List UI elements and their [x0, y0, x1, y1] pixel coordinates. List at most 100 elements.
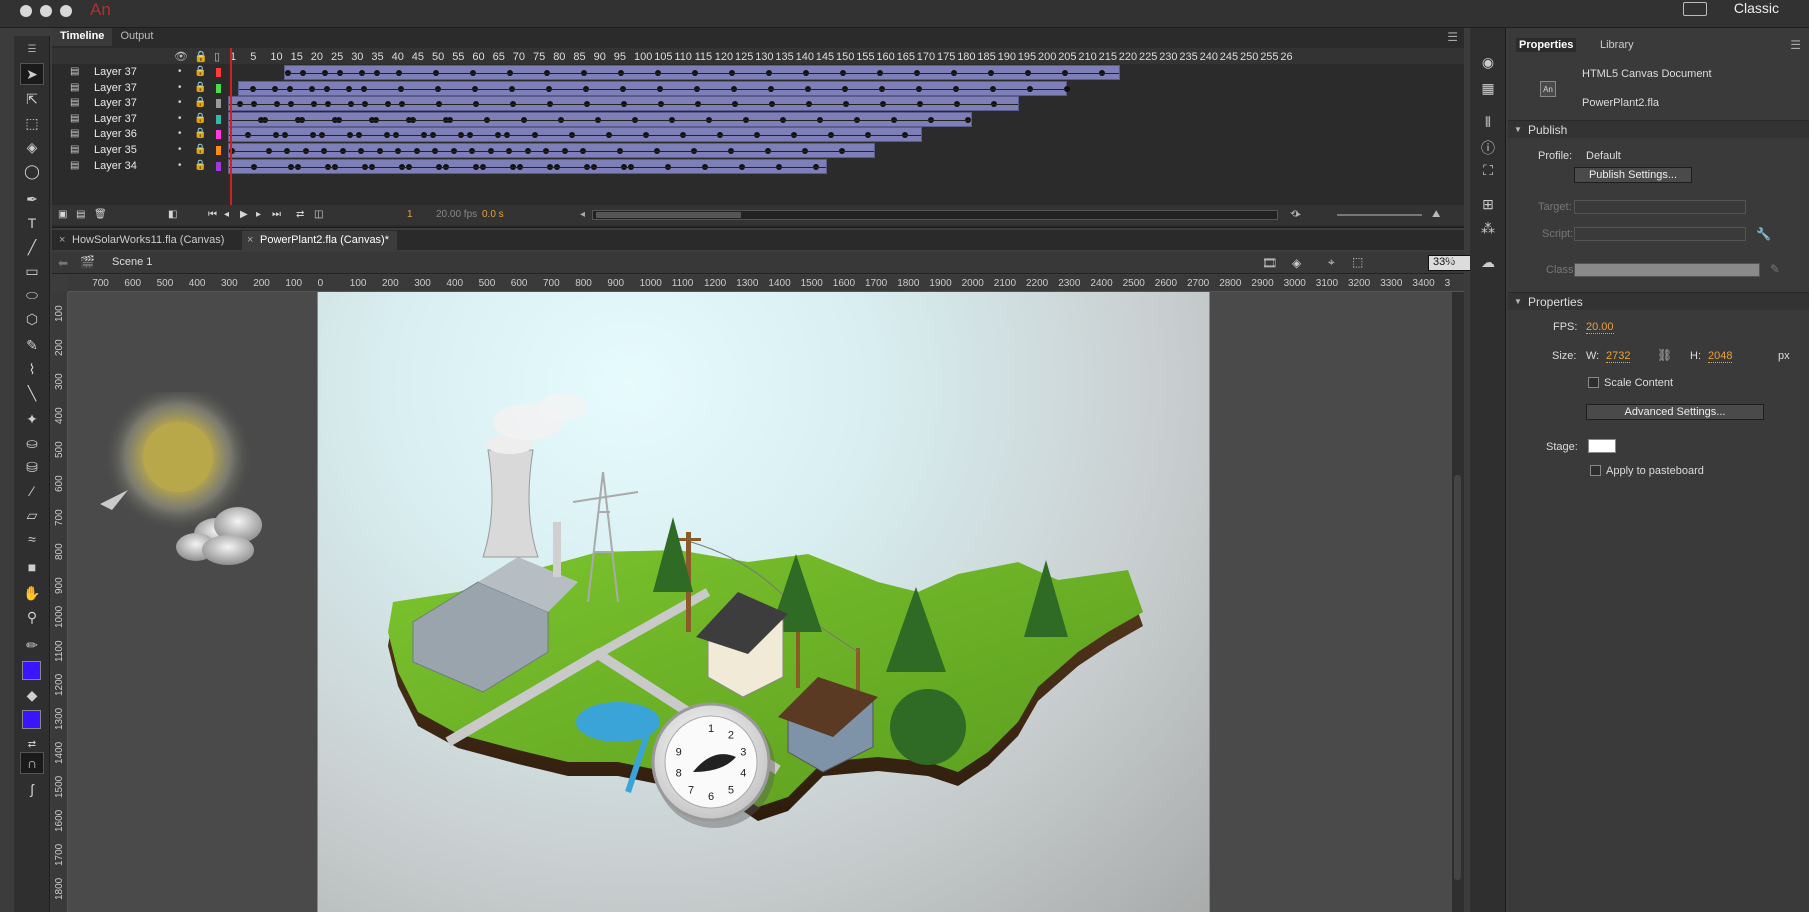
workspace-switcher[interactable]: Classic [1734, 0, 1779, 16]
keyframe[interactable] [510, 163, 516, 170]
free-transform-tool-icon[interactable]: ⬚ [20, 112, 44, 134]
layer-tween-span[interactable] [284, 65, 1120, 80]
keyframe[interactable] [694, 85, 700, 92]
fit-frames-icon[interactable]: ⟲ [1290, 209, 1298, 220]
keyframe[interactable] [1025, 70, 1031, 76]
keyframe[interactable] [591, 163, 597, 170]
minimize-window-button[interactable] [40, 5, 52, 17]
oval-tool-icon[interactable]: ⬭ [20, 284, 44, 306]
keyframe[interactable] [377, 148, 383, 154]
pencil-tool-icon[interactable]: ✎ [20, 334, 44, 356]
close-window-button[interactable] [20, 5, 32, 17]
frame-number[interactable]: 55 [452, 51, 464, 63]
frame-number[interactable]: 155 [856, 51, 874, 63]
keyframe[interactable] [547, 101, 553, 108]
edit-symbol-icon[interactable]: ◈ [1292, 256, 1301, 270]
layer-name[interactable]: Layer 37 [94, 113, 137, 125]
keyframe[interactable] [990, 85, 996, 92]
lock-icon[interactable]: 🔒 [194, 160, 206, 171]
frame-size-icon[interactable]: ⛰ [1432, 209, 1440, 220]
keyframe[interactable] [692, 70, 698, 76]
layer-row[interactable]: ▤ Layer 35 • 🔒 [52, 142, 1464, 159]
playhead[interactable] [230, 48, 232, 208]
center-frame-icon[interactable]: ◧ [168, 209, 177, 220]
layer-outline-color[interactable] [216, 68, 221, 77]
keyframe[interactable] [954, 101, 960, 108]
keyframe[interactable] [543, 148, 549, 154]
keyframe[interactable] [928, 116, 934, 123]
frame-number[interactable]: 175 [937, 51, 955, 63]
scroll-left-icon[interactable]: ◂ [580, 209, 585, 220]
info-icon[interactable]: ⓘ [1478, 138, 1498, 156]
keyframe[interactable] [517, 163, 523, 170]
keyframe[interactable] [509, 85, 515, 92]
layer-tween-span[interactable] [228, 96, 1019, 112]
frame-number[interactable]: 20 [311, 51, 323, 63]
zoom-tool-icon[interactable]: ⚲ [20, 606, 44, 628]
keyframe[interactable] [791, 132, 797, 139]
center-stage-icon[interactable]: ⌖ [1328, 255, 1335, 270]
keyframe[interactable] [288, 163, 294, 170]
edit-class-icon[interactable]: ✎ [1770, 262, 1780, 276]
motion-presets-icon[interactable]: ◉ [1478, 54, 1498, 72]
visibility-dot[interactable]: • [178, 128, 182, 139]
keyframe[interactable] [1027, 85, 1033, 92]
keyframe[interactable] [451, 148, 457, 154]
layer-row[interactable]: ▤ Layer 37 • 🔒 [52, 64, 1464, 81]
publish-section-header[interactable]: Publish [1508, 120, 1809, 138]
subselection-tool-icon[interactable]: ⇱ [20, 88, 44, 110]
lock-icon[interactable]: 🔒 [194, 144, 206, 155]
keyframe[interactable] [436, 101, 442, 108]
eyedropper-tool-icon[interactable]: ⁄ [20, 480, 44, 502]
frame-number[interactable]: 90 [594, 51, 606, 63]
keyframe[interactable] [702, 163, 708, 170]
keyframe[interactable] [414, 148, 420, 154]
snap-to-objects-icon[interactable]: ∩ [20, 752, 44, 774]
keyframe[interactable] [544, 70, 550, 76]
keyframe[interactable] [780, 116, 786, 123]
frame-number[interactable]: 80 [553, 51, 565, 63]
camera-tool-icon[interactable]: ■ [20, 556, 44, 578]
layer-outline-color[interactable] [216, 114, 221, 124]
keyframe[interactable] [621, 101, 627, 108]
frame-number[interactable]: 65 [493, 51, 505, 63]
keyframe[interactable] [274, 101, 280, 108]
keyframe[interactable] [237, 101, 243, 108]
keyframe[interactable] [728, 148, 734, 154]
keyframe[interactable] [562, 148, 568, 154]
keyframe[interactable] [356, 132, 362, 139]
delete-layer-icon[interactable]: 🗑 [94, 209, 107, 220]
frame-number[interactable]: 145 [816, 51, 834, 63]
keyframe[interactable] [361, 85, 367, 92]
keyframe[interactable] [621, 163, 627, 170]
properties-menu-icon[interactable]: ☰ [1790, 38, 1801, 52]
frame-number[interactable]: 240 [1200, 51, 1218, 63]
keyframe[interactable] [251, 163, 257, 170]
keyframe[interactable] [854, 116, 860, 123]
keyframe[interactable] [369, 163, 375, 170]
close-tab-icon[interactable]: × [247, 234, 253, 246]
properties-section-header[interactable]: Properties [1508, 292, 1809, 310]
keyframe[interactable] [803, 70, 809, 76]
frame-number[interactable]: 170 [917, 51, 935, 63]
layer-row[interactable]: ▤ Layer 37 • 🔒 [52, 111, 1464, 128]
code-snippets-icon[interactable]: ⁂ [1478, 220, 1498, 238]
frame-number[interactable]: 255 [1260, 51, 1278, 63]
keyframe[interactable] [251, 101, 257, 108]
layer-tween-span[interactable] [228, 127, 922, 143]
frame-number[interactable]: 195 [1018, 51, 1036, 63]
frame-number[interactable]: 60 [472, 51, 484, 63]
keyframe[interactable] [472, 85, 478, 92]
frame-number[interactable]: 100 [634, 51, 652, 63]
keyframe[interactable] [347, 132, 353, 139]
close-tab-icon[interactable]: × [59, 234, 65, 246]
keyframe[interactable] [806, 101, 812, 108]
layer-tween-span[interactable] [228, 111, 972, 127]
keyframe[interactable] [731, 85, 737, 92]
keyframe[interactable] [584, 101, 590, 108]
keyframe[interactable] [657, 85, 663, 92]
keyframe[interactable] [282, 132, 288, 139]
width-value[interactable]: 2732 [1606, 350, 1631, 363]
frame-number[interactable]: 95 [614, 51, 626, 63]
timeline-scrollbar[interactable] [592, 210, 1278, 220]
